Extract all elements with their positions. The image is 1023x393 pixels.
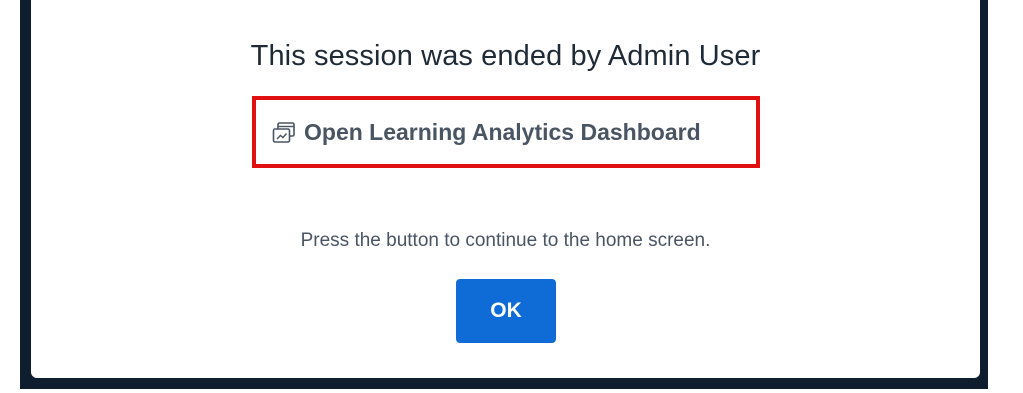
open-dashboard-link[interactable]: Open Learning Analytics Dashboard [272,119,701,146]
dashboard-windows-icon [272,121,296,144]
session-ended-dialog: This session was ended by Admin User Ope… [31,0,980,378]
open-dashboard-label: Open Learning Analytics Dashboard [304,119,701,145]
dialog-title: This session was ended by Admin User [250,40,761,72]
continue-hint: Press the button to continue to the home… [300,230,711,251]
ok-button[interactable]: OK [456,279,556,343]
